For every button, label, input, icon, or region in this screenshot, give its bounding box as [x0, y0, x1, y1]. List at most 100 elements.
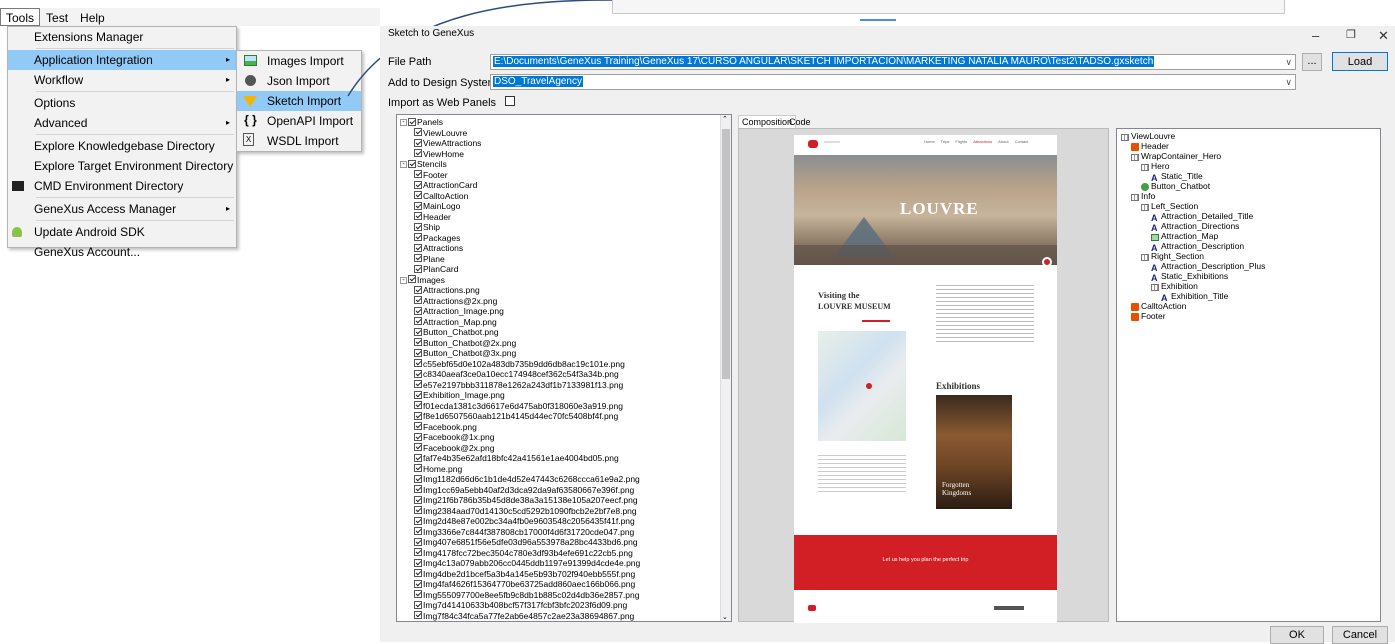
checkbox-checked-icon[interactable] [414, 401, 422, 410]
tree-item[interactable]: ViewHome [400, 149, 731, 160]
tree-node[interactable]: Attraction_Map [1121, 231, 1380, 241]
checkbox-checked-icon[interactable] [414, 338, 422, 347]
checkbox-checked-icon[interactable] [414, 548, 422, 557]
cancel-button[interactable]: Cancel [1332, 626, 1388, 644]
tree-item[interactable]: Img4dbe2d1bcef5a3b4a145e5b93b702f940ebb5… [400, 569, 731, 580]
tree-item[interactable]: Plane [400, 254, 731, 265]
tab-code[interactable]: Code [786, 116, 814, 128]
scrollbar-thumb[interactable] [722, 129, 730, 379]
checkbox-checked-icon[interactable] [414, 380, 422, 389]
tree-item[interactable]: Img4c13a079abb206cc0445ddb1197e91399d4cd… [400, 558, 731, 569]
checkbox-checked-icon[interactable] [414, 579, 422, 588]
restore-button[interactable]: ❐ [1346, 28, 1356, 41]
tree-node[interactable]: Footer [1121, 311, 1380, 321]
tree-item[interactable]: Attractions [400, 243, 731, 254]
tools-menu-item-application-integration[interactable]: Application Integration ▸ [8, 50, 236, 70]
checkbox-checked-icon[interactable] [414, 453, 422, 462]
tree-node[interactable]: ViewLouvre [1121, 131, 1380, 141]
tree-node[interactable]: Hero [1121, 161, 1380, 171]
objects-tree[interactable]: - Panels ViewLouvre ViewAttractions ViewHome… [396, 114, 732, 622]
checkbox-checked-icon[interactable] [414, 138, 422, 147]
collapse-icon[interactable]: - [400, 276, 407, 284]
tree-item[interactable]: c8340aeaf3ce0a10ecc174948cef362c54f3a34b… [400, 369, 731, 380]
tree-node[interactable]: WrapContainer_Hero [1121, 151, 1380, 161]
checkbox-checked-icon[interactable] [414, 233, 422, 242]
checkbox-checked-icon[interactable] [414, 464, 422, 473]
checkbox-checked-icon[interactable] [408, 159, 416, 168]
tree-item[interactable]: Attractions@2x.png [400, 296, 731, 307]
checkbox-checked-icon[interactable] [414, 411, 422, 420]
checkbox-checked-icon[interactable] [414, 296, 422, 305]
tree-item[interactable]: Img1cc69a5ebb40af2d3dca92da9af63580667e3… [400, 485, 731, 496]
tools-menu-item-cmd-environment-directory[interactable]: CMD Environment Directory [8, 176, 236, 196]
tree-node[interactable]: Button_Chatbot [1121, 181, 1380, 191]
minimize-button[interactable]: – [1312, 28, 1319, 43]
tree-item[interactable]: - Images [400, 275, 731, 286]
tree-item[interactable]: AttractionCard [400, 180, 731, 191]
tree-item[interactable]: Img21f6b786b35b45d8de38a3a15138e105a207e… [400, 495, 731, 506]
checkbox-checked-icon[interactable] [414, 422, 422, 431]
collapse-icon[interactable]: - [400, 119, 407, 127]
checkbox-checked-icon[interactable] [414, 317, 422, 326]
tree-item[interactable]: Facebook@2x.png [400, 443, 731, 454]
tree-item[interactable]: - Stencils [400, 159, 731, 170]
checkbox-checked-icon[interactable] [414, 191, 422, 200]
tree-node[interactable]: Right_Section [1121, 251, 1380, 261]
checkbox-checked-icon[interactable] [414, 474, 422, 483]
web-panels-checkbox[interactable] [505, 96, 515, 106]
tools-menu-item-genexus-access-manager[interactable]: GeneXus Access Manager ▸ [8, 199, 236, 219]
checkbox-checked-icon[interactable] [414, 359, 422, 368]
checkbox-checked-icon[interactable] [414, 495, 422, 504]
tree-item[interactable]: Facebook.png [400, 422, 731, 433]
tree-node[interactable]: A Attraction_Detailed_Title [1121, 211, 1380, 223]
tree-node[interactable]: Info [1121, 191, 1380, 201]
tree-node[interactable]: A Static_Title [1121, 171, 1380, 183]
tools-menu-item-explore-knowledgebase-directory[interactable]: Explore Knowledgebase Directory [8, 136, 236, 156]
checkbox-checked-icon[interactable] [414, 432, 422, 441]
checkbox-checked-icon[interactable] [414, 611, 422, 620]
tree-node[interactable]: Exhibition [1121, 281, 1380, 291]
checkbox-checked-icon[interactable] [414, 485, 422, 494]
tree-scrollbar[interactable]: ⌃ ⌄ [720, 115, 731, 621]
submenu-item-openapi-import[interactable]: { } OpenAPI Import [237, 111, 361, 131]
checkbox-checked-icon[interactable] [408, 275, 416, 284]
tree-item[interactable]: Img3366e7c844f387808cb17000f4d6f31720cde… [400, 527, 731, 538]
tree-item[interactable]: PlanCard [400, 264, 731, 275]
tree-node[interactable]: A Exhibition_Title [1121, 291, 1380, 303]
menu-help[interactable]: Help [74, 8, 111, 26]
checkbox-checked-icon[interactable] [414, 170, 422, 179]
tree-item[interactable]: Facebook@1x.png [400, 432, 731, 443]
checkbox-checked-icon[interactable] [414, 516, 422, 525]
checkbox-checked-icon[interactable] [414, 264, 422, 273]
tree-item[interactable]: Packages [400, 233, 731, 244]
tools-menu-item-explore-target-environment-directory[interactable]: Explore Target Environment Directory [8, 156, 236, 176]
tree-item[interactable]: ViewLouvre [400, 128, 731, 139]
tree-item[interactable]: Img407e6851f56e5dfe03d96a553978a28bc4433… [400, 537, 731, 548]
ok-button[interactable]: OK [1270, 626, 1324, 644]
tree-item[interactable]: Footer [400, 170, 731, 181]
checkbox-checked-icon[interactable] [414, 212, 422, 221]
checkbox-checked-icon[interactable] [414, 128, 422, 137]
tree-node[interactable]: A Attraction_Description_Plus [1121, 261, 1380, 273]
tools-menu-item-workflow[interactable]: Workflow ▸ [8, 70, 236, 90]
composition-tree[interactable]: ViewLouvre Header WrapContainer_Hero Hero A S… [1116, 128, 1381, 622]
tree-node[interactable]: CalltoAction [1121, 301, 1380, 311]
checkbox-checked-icon[interactable] [408, 117, 416, 126]
checkbox-checked-icon[interactable] [414, 558, 422, 567]
checkbox-checked-icon[interactable] [414, 527, 422, 536]
tree-item[interactable]: Exhibition_Image.png [400, 390, 731, 401]
tools-menu-item-options[interactable]: Options [8, 93, 236, 113]
tools-menu-item-genexus-account[interactable]: GeneXus Account... [8, 242, 236, 262]
tree-item[interactable]: Img555097700e8ee5fb9c8db1b885c02d4db36e2… [400, 590, 731, 601]
file-path-combo[interactable]: E:\Documents\GeneXus Training\GeneXus 17… [490, 54, 1296, 70]
checkbox-checked-icon[interactable] [414, 222, 422, 231]
tree-item[interactable]: c55ebf65d0e102a483db735b9dd6db8ac19c101e… [400, 359, 731, 370]
tree-item[interactable]: Img7d41410633b408bcf57f317fcbf3bfc2023f6… [400, 600, 731, 611]
tree-item[interactable]: Img4178fcc72bec3504c780e3df93b4efe691c22… [400, 548, 731, 559]
tree-node[interactable]: Header [1121, 141, 1380, 151]
checkbox-checked-icon[interactable] [414, 327, 422, 336]
tools-menu-item-extensions-manager[interactable]: Extensions Manager [8, 27, 236, 47]
checkbox-checked-icon[interactable] [414, 443, 422, 452]
checkbox-checked-icon[interactable] [414, 180, 422, 189]
tree-node[interactable]: Left_Section [1121, 201, 1380, 211]
